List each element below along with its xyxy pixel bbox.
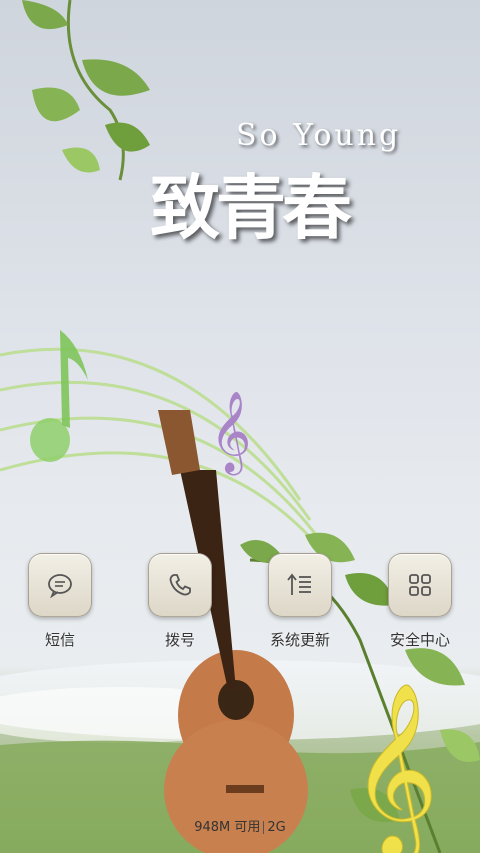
app-label: 安全中心 — [389, 631, 450, 649]
app-tile[interactable] — [388, 553, 452, 617]
app-tile[interactable] — [28, 553, 92, 617]
app-tile[interactable] — [268, 553, 332, 617]
system-update-icon — [287, 573, 311, 595]
app-label: 短信 — [44, 631, 75, 649]
security-center-icon — [409, 574, 431, 596]
app-security-center[interactable]: 安全中心 — [370, 553, 470, 650]
message-icon — [48, 574, 72, 599]
app-messages[interactable]: 短信 — [10, 553, 110, 650]
app-system-update[interactable]: 系统更新 — [250, 553, 350, 650]
phone-icon — [169, 574, 191, 596]
memory-status: 948M 可用 2G — [0, 816, 480, 835]
network-type: 2G — [267, 820, 286, 835]
status-divider — [263, 821, 265, 834]
app-tile[interactable] — [148, 553, 212, 617]
wallpaper-title-cn: 致青春 — [150, 167, 352, 249]
wallpaper-title-en: So Young — [236, 118, 402, 153]
app-dialer[interactable]: 拨号 — [130, 553, 230, 650]
app-dock: 短信 拨号 系统更新 安全中心 — [0, 553, 480, 663]
vine-leaves-top — [22, 0, 150, 181]
purple-clef-icon: 𝄞 — [210, 390, 251, 475]
wallpaper: 𝄞 𝄞 So Young 致青春 — [0, 0, 480, 853]
app-label: 系统更新 — [269, 631, 330, 649]
memory-available: 948M 可用 — [194, 820, 261, 835]
app-label: 拨号 — [164, 631, 195, 649]
